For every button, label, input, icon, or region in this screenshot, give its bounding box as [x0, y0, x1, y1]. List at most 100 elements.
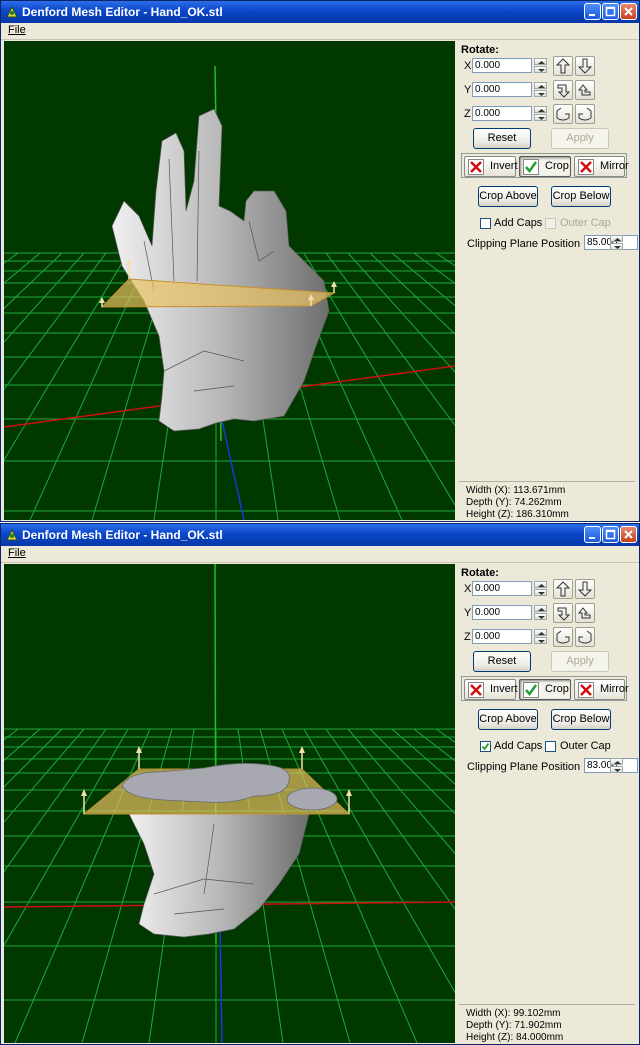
add-caps-label: Add Caps [494, 740, 543, 752]
width-readout: Width (X): 113.671mm [466, 485, 566, 496]
control-panel: Rotate: X 0.000 Y 0.000 Z 0.000 Reset Ap… [456, 41, 638, 520]
rotate-y-pos-button[interactable] [553, 80, 573, 100]
outer-cap-label: Outer Cap [560, 217, 611, 229]
hand-mesh [111, 108, 330, 432]
add-caps-label: Add Caps [494, 217, 543, 229]
app-icon [6, 528, 18, 541]
rotate-y-neg-button[interactable] [575, 603, 595, 623]
rotate-y-input[interactable]: 0.000 [472, 82, 532, 97]
mirror-toggle[interactable]: Mirror [574, 156, 629, 177]
cropped-hand-mesh [128, 813, 310, 938]
checkmark-icon [481, 742, 490, 751]
rotate-x-spinner[interactable] [534, 581, 547, 596]
menu-file[interactable]: File [8, 24, 26, 36]
rotate-y-input[interactable]: 0.000 [472, 605, 532, 620]
maximize-button[interactable] [602, 526, 619, 543]
clipping-plane-spinner[interactable] [610, 758, 623, 773]
width-readout: Width (X): 99.102mm [466, 1008, 561, 1019]
minimize-button[interactable] [584, 526, 601, 543]
apply-button[interactable]: Apply [551, 128, 609, 149]
crop-below-button[interactable]: Crop Below [551, 709, 611, 730]
invert-label: Invert [490, 160, 518, 172]
invert-toggle[interactable]: Invert [464, 156, 518, 177]
rotate-y-spinner[interactable] [534, 605, 547, 620]
rotate-y-neg-button[interactable] [575, 80, 595, 100]
window-title: Denford Mesh Editor - Hand_OK.stl [22, 528, 223, 542]
rotate-y-pos-button[interactable] [553, 603, 573, 623]
window-after: Denford Mesh Editor - Hand_OK.stl File R… [0, 523, 640, 1045]
crop-check-icon [523, 682, 539, 698]
window-before: Denford Mesh Editor - Hand_OK.stl File R… [0, 0, 640, 522]
outer-cap-checkbox[interactable] [545, 218, 556, 229]
clipping-plane-label: Clipping Plane Position [467, 761, 581, 773]
rotate-z-neg-button[interactable] [575, 627, 595, 647]
title-bar[interactable]: Denford Mesh Editor - Hand_OK.stl [1, 1, 639, 23]
mirror-x-icon [578, 159, 594, 175]
rotate-z-pos-button[interactable] [553, 627, 573, 647]
rotate-z-spinner[interactable] [534, 629, 547, 644]
maximize-button[interactable] [602, 3, 619, 20]
rotate-x-neg-button[interactable] [575, 56, 595, 76]
rotate-z-pos-button[interactable] [553, 104, 573, 124]
depth-readout: Depth (Y): 71.902mm [466, 1020, 562, 1031]
menu-bar: File [1, 23, 639, 40]
y-label: Y [464, 84, 472, 96]
rotate-x-pos-button[interactable] [553, 56, 573, 76]
x-label: X [464, 60, 472, 72]
mirror-x-icon [578, 682, 594, 698]
rotate-x-input[interactable]: 0.000 [472, 58, 532, 73]
clipping-plane-spinner[interactable] [610, 235, 623, 250]
crop-check-icon [523, 159, 539, 175]
add-caps-checkbox[interactable] [480, 741, 491, 752]
height-readout: Height (Z): 84.000mm [466, 1032, 564, 1043]
x-label: X [464, 583, 472, 595]
crop-label: Crop [545, 683, 569, 695]
crop-above-button[interactable]: Crop Above [478, 186, 538, 207]
rotate-x-input[interactable]: 0.000 [472, 581, 532, 596]
minimize-button[interactable] [584, 3, 601, 20]
invert-x-icon [468, 682, 484, 698]
rotate-x-spinner[interactable] [534, 58, 547, 73]
app-icon [6, 5, 18, 18]
rotate-x-neg-button[interactable] [575, 579, 595, 599]
outer-cap-label: Outer Cap [560, 740, 611, 752]
rotate-z-neg-button[interactable] [575, 104, 595, 124]
menu-bar: File [1, 546, 639, 563]
reset-button[interactable]: Reset [473, 128, 531, 149]
window-title: Denford Mesh Editor - Hand_OK.stl [22, 5, 223, 19]
add-caps-checkbox[interactable] [480, 218, 491, 229]
rotate-z-input[interactable]: 0.000 [472, 629, 532, 644]
invert-toggle[interactable]: Invert [464, 679, 518, 700]
close-button[interactable] [620, 526, 637, 543]
close-button[interactable] [620, 3, 637, 20]
crop-toggle[interactable]: Crop [519, 679, 571, 700]
mode-toggle-group: Invert Crop Mirror [461, 676, 629, 701]
depth-readout: Depth (Y): 74.262mm [466, 497, 562, 508]
rotate-label: Rotate: [461, 567, 499, 579]
height-readout: Height (Z): 186.310mm [466, 509, 569, 520]
reset-button[interactable]: Reset [473, 651, 531, 672]
outer-cap-checkbox[interactable] [545, 741, 556, 752]
rotate-z-spinner[interactable] [534, 106, 547, 121]
crop-above-button[interactable]: Crop Above [478, 709, 538, 730]
dimensions-info: Width (X): 113.671mm Depth (Y): 74.262mm… [459, 481, 635, 520]
crop-below-button[interactable]: Crop Below [551, 186, 611, 207]
rotate-x-pos-button[interactable] [553, 579, 573, 599]
dimensions-info: Width (X): 99.102mm Depth (Y): 71.902mm … [459, 1004, 635, 1043]
title-bar[interactable]: Denford Mesh Editor - Hand_OK.stl [1, 524, 639, 546]
3d-viewport[interactable] [4, 564, 455, 1043]
rotate-y-spinner[interactable] [534, 82, 547, 97]
z-label: Z [464, 108, 471, 120]
z-axis-line [221, 420, 245, 520]
apply-button[interactable]: Apply [551, 651, 609, 672]
invert-label: Invert [490, 683, 518, 695]
z-axis-line [219, 923, 223, 1043]
menu-file[interactable]: File [8, 547, 26, 559]
mirror-toggle[interactable]: Mirror [574, 679, 629, 700]
3d-viewport[interactable] [4, 41, 455, 520]
crop-toggle[interactable]: Crop [519, 156, 571, 177]
mirror-label: Mirror [600, 683, 629, 695]
mirror-label: Mirror [600, 160, 629, 172]
z-label: Z [464, 631, 471, 643]
rotate-z-input[interactable]: 0.000 [472, 106, 532, 121]
